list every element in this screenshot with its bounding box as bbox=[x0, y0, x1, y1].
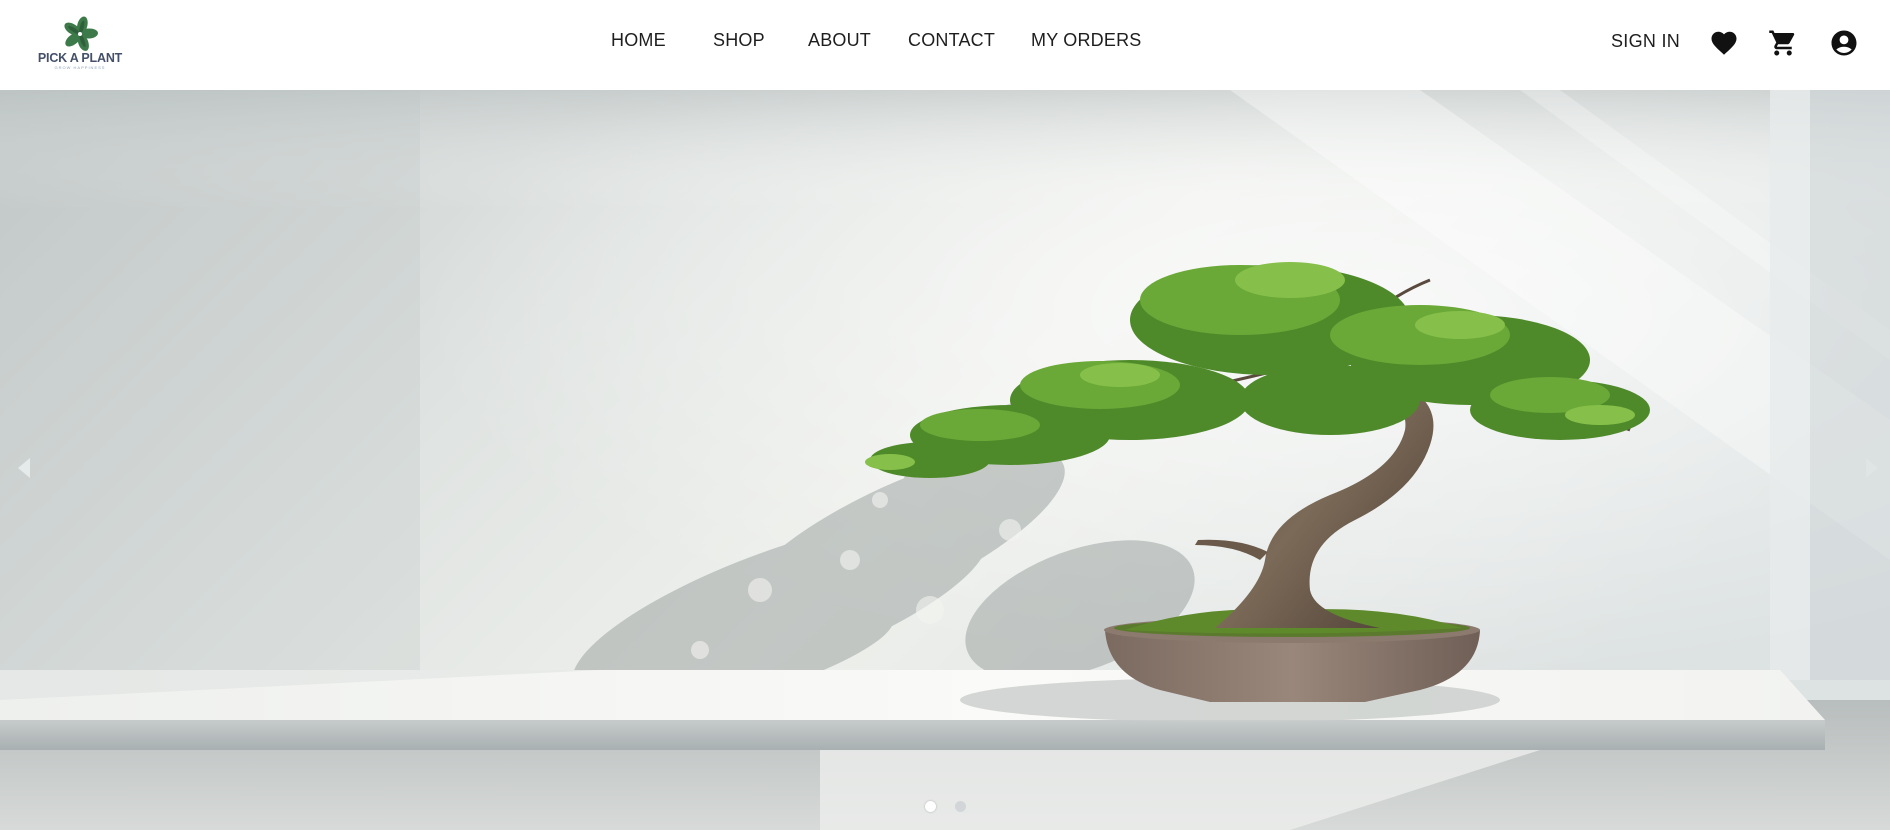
main-nav: HOME SHOP ABOUT CONTACT MY ORDERS bbox=[0, 30, 1890, 56]
sign-in-link[interactable]: SIGN IN bbox=[1611, 31, 1680, 52]
carousel-dot-2[interactable] bbox=[955, 801, 966, 812]
site-header: PICK A PLANT GROW HAPPINESS HOME SHOP AB… bbox=[0, 0, 1890, 90]
nav-home[interactable]: HOME bbox=[611, 30, 666, 51]
nav-shop[interactable]: SHOP bbox=[713, 30, 765, 51]
cart-button[interactable] bbox=[1768, 28, 1798, 58]
nav-about[interactable]: ABOUT bbox=[808, 30, 871, 51]
hero-slide-image bbox=[0, 90, 1890, 830]
carousel-prev-button[interactable] bbox=[8, 450, 38, 486]
hero-carousel bbox=[0, 90, 1890, 830]
chevron-right-icon bbox=[1866, 458, 1878, 478]
wishlist-button[interactable] bbox=[1709, 28, 1739, 58]
nav-my-orders[interactable]: MY ORDERS bbox=[1031, 30, 1142, 51]
carousel-next-button[interactable] bbox=[1858, 450, 1888, 486]
heart-icon bbox=[1711, 31, 1737, 55]
account-button[interactable] bbox=[1829, 28, 1859, 58]
cart-icon bbox=[1769, 30, 1795, 56]
carousel-dot-1[interactable] bbox=[925, 801, 936, 812]
nav-contact[interactable]: CONTACT bbox=[908, 30, 995, 51]
carousel-indicators bbox=[922, 801, 972, 815]
brand-tagline: GROW HAPPINESS bbox=[54, 65, 106, 70]
account-icon bbox=[1831, 30, 1857, 56]
chevron-left-icon bbox=[18, 458, 30, 478]
